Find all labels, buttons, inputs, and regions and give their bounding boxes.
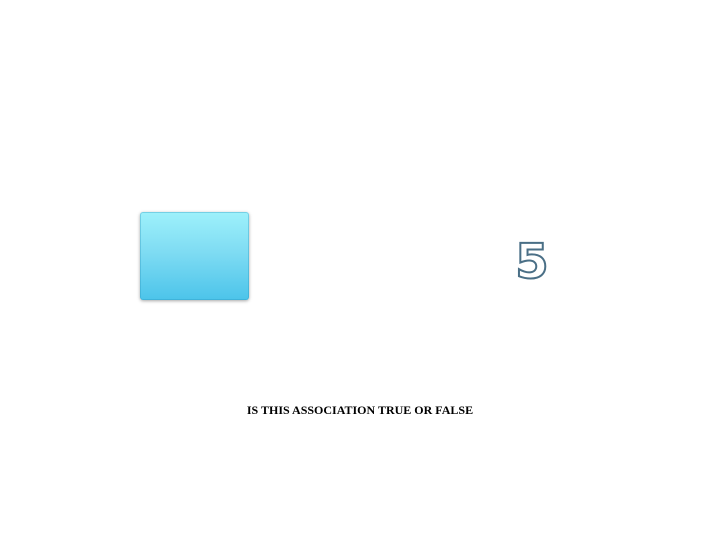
slide: 5 IS THIS ASSOCIATION TRUE OR FALSE	[0, 0, 720, 540]
blue-rectangle-shape	[140, 212, 249, 300]
number-five: 5	[514, 233, 549, 291]
question-text: IS THIS ASSOCIATION TRUE OR FALSE	[246, 403, 474, 417]
